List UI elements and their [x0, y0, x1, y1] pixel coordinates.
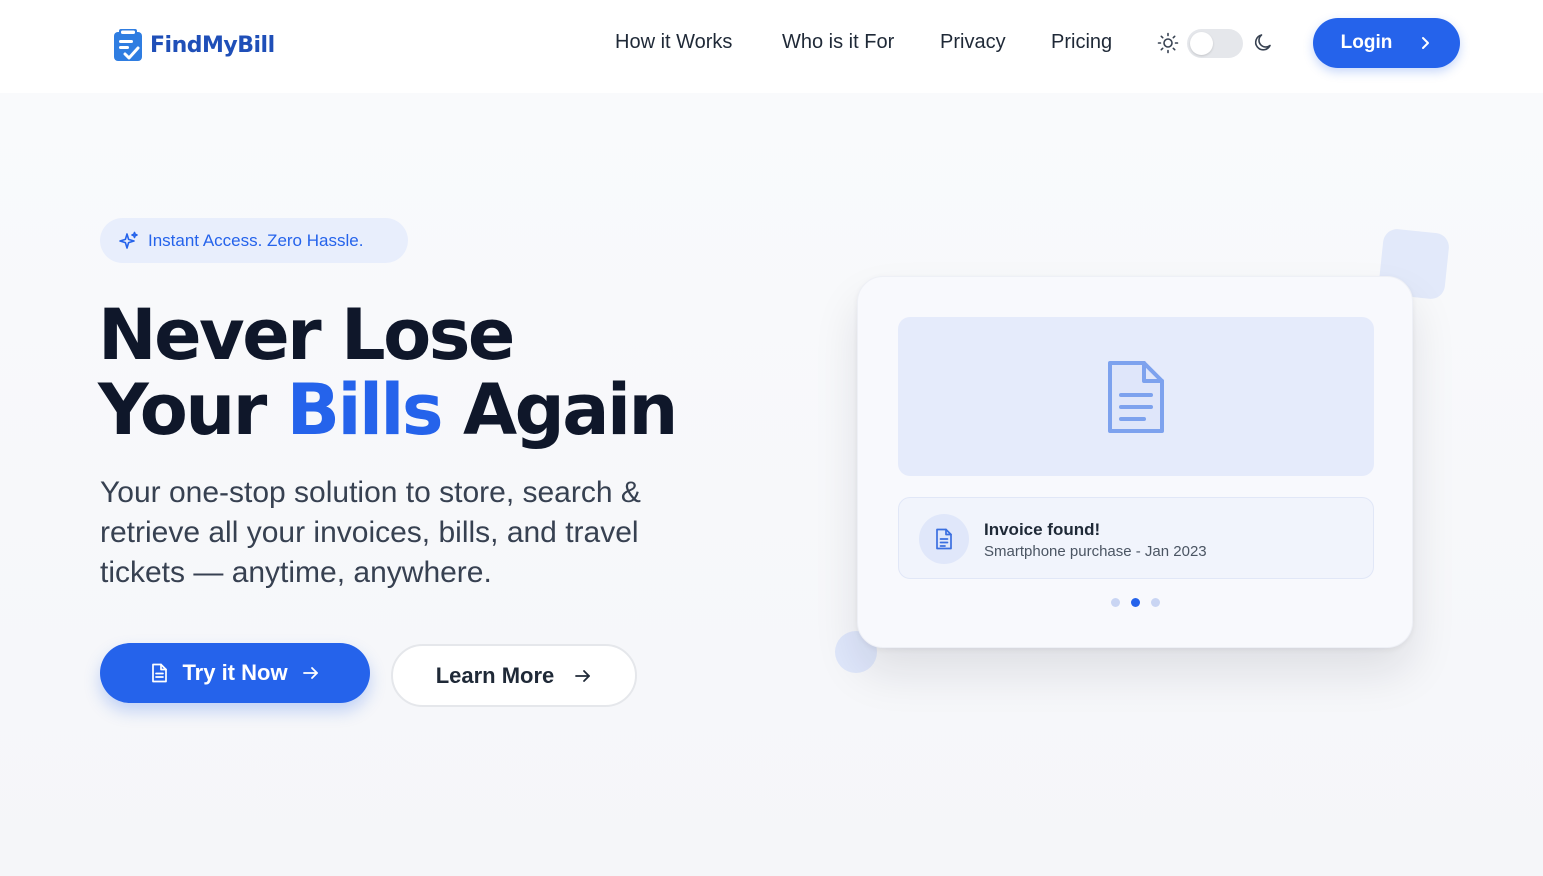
try-it-now-button[interactable]: Try it Now — [100, 643, 370, 703]
invoice-preview-card: Invoice found! Smartphone purchase - Jan… — [857, 276, 1413, 648]
learn-more-label: Learn More — [435, 662, 555, 688]
headline-line-2-start: Your — [98, 369, 267, 451]
carousel-dot-active[interactable] — [1131, 598, 1140, 607]
moon-icon — [1254, 34, 1271, 51]
brand-logo[interactable]: FindMyBill — [112, 27, 275, 63]
carousel-dot[interactable] — [1151, 598, 1160, 607]
theme-toggle-knob — [1190, 32, 1213, 55]
try-it-now-label: Try it Now — [182, 660, 288, 685]
document-preview — [898, 317, 1374, 476]
carousel-dot[interactable] — [1111, 598, 1120, 607]
headline-accent-word: Bills — [286, 369, 444, 451]
notification-title: Invoice found! — [984, 520, 1101, 539]
arrow-right-icon — [575, 669, 591, 682]
brand-name: FindMyBill — [150, 32, 275, 58]
theme-toggle[interactable] — [1187, 29, 1243, 58]
login-button-label: Login — [1340, 32, 1393, 53]
clipboard-check-icon — [114, 29, 142, 61]
chevron-right-icon — [1422, 37, 1430, 49]
carousel-dots — [1111, 598, 1160, 607]
document-icon — [152, 663, 168, 683]
sparkles-icon — [119, 231, 138, 249]
arrow-right-icon — [302, 667, 318, 679]
notification-icon — [919, 514, 969, 564]
invoice-found-notification: Invoice found! Smartphone purchase - Jan… — [898, 497, 1374, 579]
headline-line-2-end: Again — [462, 369, 678, 451]
nav-link-how-it-works[interactable]: How it Works — [615, 31, 732, 54]
learn-more-button[interactable]: Learn More — [391, 644, 637, 707]
document-icon — [936, 528, 952, 550]
nav-link-pricing[interactable]: Pricing — [1051, 31, 1112, 54]
sun-icon — [1157, 32, 1179, 54]
hero-badge: Instant Access. Zero Hassle. — [100, 218, 408, 263]
hero-headline: Never Lose Your Bills Again — [98, 298, 678, 451]
headline-line-1: Never Lose — [98, 294, 515, 376]
nav-link-privacy[interactable]: Privacy — [940, 31, 1006, 54]
nav-link-who-is-it-for[interactable]: Who is it For — [782, 31, 894, 54]
hero-badge-label: Instant Access. Zero Hassle. — [148, 230, 364, 250]
hero-subtitle: Your one-stop solution to store, search … — [100, 476, 641, 589]
document-icon — [1108, 360, 1164, 433]
hero-section: Instant Access. Zero Hassle. Never Lose … — [0, 93, 1543, 876]
notification-subtitle: Smartphone purchase - Jan 2023 — [984, 543, 1207, 560]
site-header: FindMyBill How it Works Who is it For Pr… — [0, 0, 1543, 93]
login-button[interactable]: Login — [1313, 18, 1460, 68]
